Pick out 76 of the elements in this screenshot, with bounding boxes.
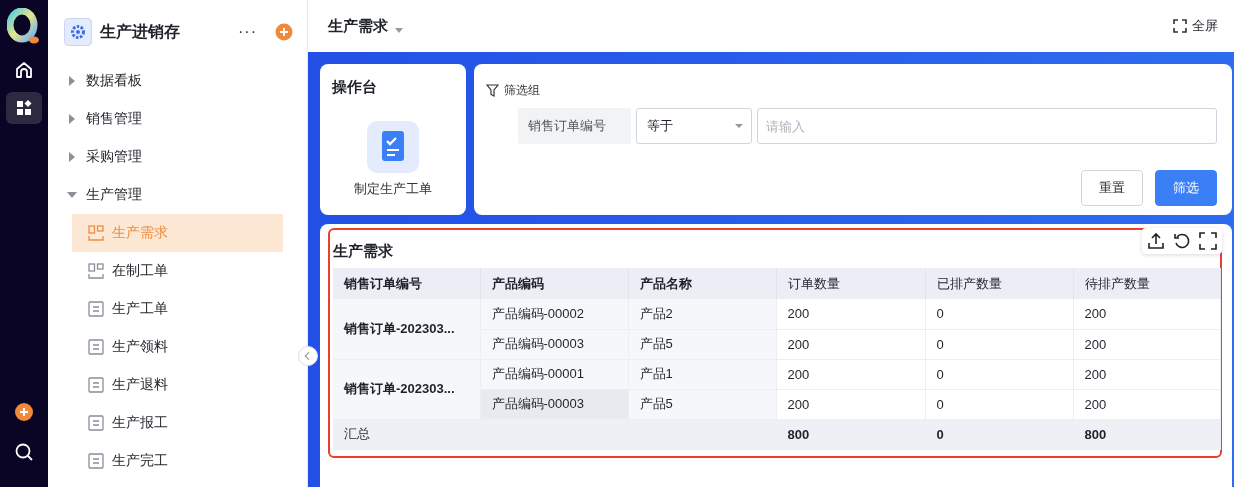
table-cell: 200 xyxy=(1073,359,1220,389)
fullscreen-icon xyxy=(1173,19,1187,33)
refresh-icon[interactable] xyxy=(1172,231,1192,251)
caret-icon xyxy=(394,25,404,35)
document-icon xyxy=(88,377,104,393)
table-cell: 产品编码-00002 xyxy=(480,299,628,329)
reset-button[interactable]: 重置 xyxy=(1081,170,1143,206)
page-title[interactable]: 生产需求 xyxy=(328,16,388,36)
menu-item[interactable]: 生产报工 xyxy=(72,404,283,442)
menu-item[interactable]: 生产工单 xyxy=(72,290,283,328)
card-title: 操作台 xyxy=(332,78,377,97)
table-cell: 200 xyxy=(1073,299,1220,329)
collapse-button[interactable] xyxy=(298,346,318,366)
search-icon[interactable] xyxy=(14,442,34,462)
document-icon xyxy=(88,339,104,355)
upload-icon[interactable] xyxy=(1146,231,1166,251)
menu-group[interactable]: 数据看板 xyxy=(48,62,307,100)
menu-group[interactable]: 销售管理 xyxy=(48,100,307,138)
table-cell: 200 xyxy=(776,359,925,389)
document-icon xyxy=(88,415,104,431)
table-cell: 0 xyxy=(925,299,1073,329)
table-cell: 产品5 xyxy=(628,329,776,359)
board-icon xyxy=(88,263,104,279)
summary-label: 汇总 xyxy=(333,419,776,449)
column-header[interactable]: 产品编码 xyxy=(480,268,628,299)
document-icon xyxy=(88,301,104,317)
filter-group-label: 筛选组 xyxy=(504,82,540,99)
action-label[interactable]: 制定生产工单 xyxy=(354,180,432,198)
document-icon xyxy=(88,453,104,469)
column-header[interactable]: 销售订单编号 xyxy=(333,268,480,299)
table-cell: 200 xyxy=(1073,389,1220,419)
table-cell: 0 xyxy=(925,389,1073,419)
table-cell: 0 xyxy=(925,359,1073,389)
add-icon[interactable] xyxy=(14,402,34,422)
checklist-icon[interactable] xyxy=(367,121,419,173)
column-header[interactable]: 待排产数量 xyxy=(1073,268,1220,299)
gear-icon xyxy=(64,18,92,46)
menu-item[interactable]: 在制工单 xyxy=(72,252,283,290)
caret-icon xyxy=(735,122,743,130)
fullscreen-icon[interactable] xyxy=(1198,231,1218,251)
table-cell: 200 xyxy=(776,389,925,419)
table-cell: 产品1 xyxy=(628,359,776,389)
field-label: 销售订单编号 xyxy=(518,108,631,144)
table-cell: 销售订单-202303... xyxy=(333,299,480,359)
table-title: 生产需求 xyxy=(333,240,393,261)
table-cell: 200 xyxy=(776,299,925,329)
logo-icon[interactable] xyxy=(7,8,41,46)
table-cell: 800 xyxy=(776,419,925,449)
more-button[interactable]: ··· xyxy=(238,23,257,41)
table-cell: 0 xyxy=(925,419,1073,449)
column-header[interactable]: 订单数量 xyxy=(776,268,925,299)
table-cell: 产品5 xyxy=(628,389,776,419)
board-icon xyxy=(88,225,104,241)
table-cell: 200 xyxy=(1073,329,1220,359)
filter-icon xyxy=(486,84,499,97)
app-title: 生产进销存 xyxy=(100,21,181,42)
table-cell: 200 xyxy=(776,329,925,359)
menu-item[interactable]: 生产领料 xyxy=(72,328,283,366)
table-cell: 产品编码-00003 xyxy=(480,389,628,419)
column-header[interactable]: 已排产数量 xyxy=(925,268,1073,299)
menu-group[interactable]: 采购管理 xyxy=(48,138,307,176)
filter-button[interactable]: 筛选 xyxy=(1155,170,1217,206)
fullscreen-button[interactable]: 全屏 xyxy=(1173,17,1218,35)
table-cell: 产品编码-00001 xyxy=(480,359,628,389)
menu-item[interactable]: 生产完工 xyxy=(72,442,283,480)
menu-item[interactable]: 生产退料 xyxy=(72,366,283,404)
table-cell: 0 xyxy=(925,329,1073,359)
table-cell: 产品编码-00003 xyxy=(480,329,628,359)
table-cell: 产品2 xyxy=(628,299,776,329)
apps-icon[interactable] xyxy=(6,92,42,124)
table-cell: 销售订单-202303... xyxy=(333,359,480,419)
operator-dropdown[interactable]: 等于 xyxy=(636,108,752,144)
table-cell: 800 xyxy=(1073,419,1220,449)
column-header[interactable]: 产品名称 xyxy=(628,268,776,299)
menu-group[interactable]: 生产管理 xyxy=(48,176,307,214)
value-input-field[interactable]: 请输入 xyxy=(757,108,1217,144)
